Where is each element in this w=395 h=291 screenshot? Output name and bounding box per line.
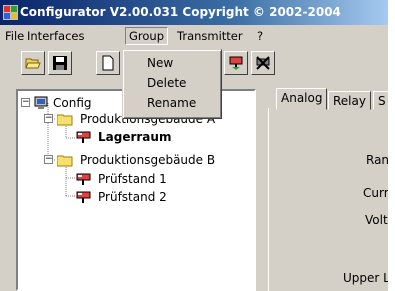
menu-item-delete[interactable]: Delete bbox=[147, 74, 186, 92]
open-button[interactable] bbox=[21, 51, 45, 75]
configurator-window: Configurator V2.00.031 Copyright © 2002-… bbox=[0, 0, 388, 291]
collapse-icon[interactable]: − bbox=[44, 155, 53, 164]
open-folder-icon bbox=[25, 58, 41, 69]
tab-s[interactable]: S bbox=[373, 91, 388, 110]
tree-label-group-b: Produktionsgebäude B bbox=[80, 153, 216, 167]
transmitter-icon bbox=[76, 131, 91, 143]
transmitter-icon bbox=[229, 56, 243, 70]
tree-label-lagerraum: Lagerraum bbox=[98, 130, 172, 144]
collapse-icon[interactable]: − bbox=[21, 98, 30, 107]
group-dropdown-menu: New Delete Rename bbox=[122, 49, 222, 119]
folder-icon bbox=[57, 114, 73, 126]
voltage-label: Volt bbox=[365, 213, 388, 227]
upper-limit-label: Upper L bbox=[343, 271, 388, 285]
tree-label-pruefstand-2: Prüfstand 2 bbox=[98, 190, 167, 204]
menu-bar: File Interfaces Group Transmitter ? bbox=[0, 25, 388, 46]
menu-help[interactable]: ? bbox=[254, 28, 266, 44]
menu-transmitter[interactable]: Transmitter bbox=[174, 28, 246, 44]
range-label: Ran bbox=[366, 153, 388, 167]
new-document-icon bbox=[102, 55, 114, 71]
current-label: Curr bbox=[363, 186, 388, 200]
computer-icon bbox=[34, 96, 48, 109]
new-button[interactable] bbox=[96, 51, 120, 75]
delete-transmitter-icon bbox=[256, 56, 270, 70]
menu-group[interactable]: Group bbox=[125, 27, 169, 45]
tab-analog[interactable]: Analog bbox=[276, 88, 328, 110]
delete-transmitter-button[interactable] bbox=[251, 51, 275, 75]
folder-icon bbox=[57, 155, 73, 167]
menu-item-rename[interactable]: Rename bbox=[147, 94, 196, 112]
menu-item-new[interactable]: New bbox=[147, 54, 173, 72]
tab-relay[interactable]: Relay bbox=[328, 91, 371, 110]
title-bar[interactable]: Configurator V2.00.031 Copyright © 2002-… bbox=[0, 0, 388, 25]
add-transmitter-button[interactable] bbox=[224, 51, 248, 75]
tree-label-config: Config bbox=[53, 96, 92, 110]
app-icon bbox=[3, 5, 18, 20]
tree-label-pruefstand-1: Prüfstand 1 bbox=[98, 172, 167, 186]
save-icon bbox=[53, 56, 67, 70]
transmitter-icon bbox=[76, 173, 91, 185]
menu-interfaces[interactable]: Interfaces bbox=[24, 28, 87, 44]
save-button[interactable] bbox=[48, 51, 72, 75]
window-title: Configurator V2.00.031 Copyright © 2002-… bbox=[20, 5, 341, 19]
collapse-icon[interactable]: − bbox=[44, 114, 53, 123]
transmitter-icon bbox=[76, 191, 91, 203]
group-tree[interactable]: − Config − Produktionsgebäude A Lagerrau… bbox=[16, 89, 256, 291]
